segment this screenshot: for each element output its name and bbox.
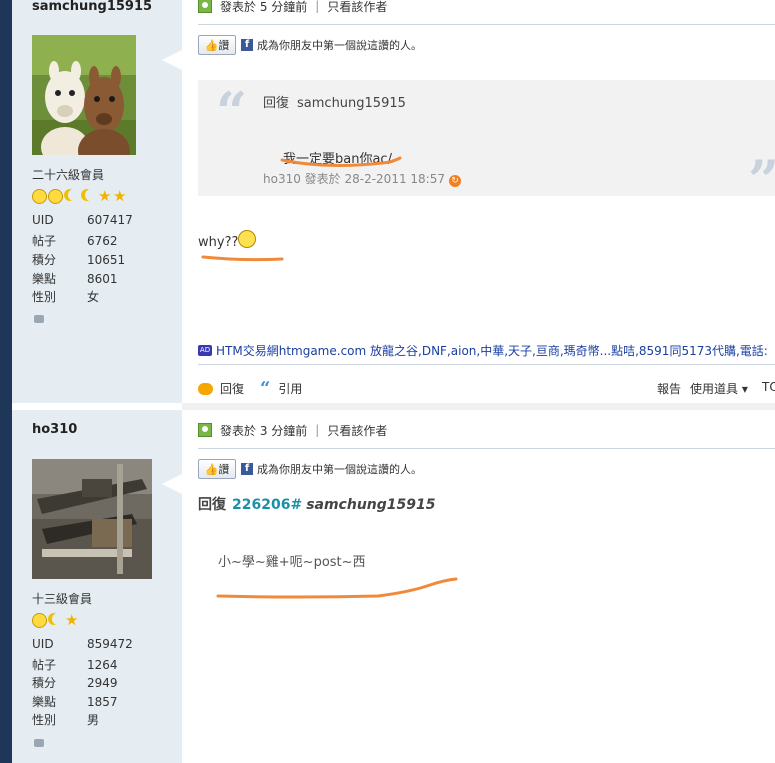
- stat-posts: 帖子 6762: [32, 234, 118, 248]
- moon-icon: [52, 613, 64, 625]
- avatar[interactable]: [32, 459, 152, 579]
- stat-gender: 性別女: [32, 290, 100, 304]
- avatar[interactable]: [32, 35, 136, 155]
- post-body: why??: [198, 230, 257, 250]
- user-icon: [198, 423, 212, 437]
- sun-icon: [48, 189, 63, 204]
- star-icon: ★: [65, 611, 79, 629]
- author-name[interactable]: samchung15915: [32, 0, 152, 14]
- post-meta: 發表於 3 分鐘前 | 只看該作者: [198, 422, 387, 438]
- tools-dropdown[interactable]: 使用道具 ▾: [690, 380, 748, 397]
- meta-divider: [198, 448, 775, 449]
- message-icon[interactable]: [34, 739, 44, 747]
- actions-divider: [198, 364, 775, 365]
- like-button[interactable]: 👍 讚: [198, 459, 236, 479]
- rank-badges: ★: [32, 613, 79, 629]
- reply-post-link[interactable]: 226206#: [232, 497, 302, 513]
- post-time: 發表於 3 分鐘前: [220, 423, 308, 438]
- quote-close-icon: ”: [748, 148, 775, 212]
- stat-points: 積分 10651: [32, 253, 126, 267]
- confused-smiley-icon: [238, 230, 257, 248]
- reply-reference: 回復 226206# samchung15915: [198, 494, 435, 514]
- star-icon: ★: [98, 187, 112, 205]
- stat-uid: UID 607417: [32, 213, 133, 227]
- facebook-icon: f: [241, 463, 253, 475]
- facebook-like-bar: 👍 讚 f 成為你朋友中第一個說這讚的人。: [198, 458, 422, 480]
- author-name[interactable]: ho310: [32, 422, 77, 437]
- quote-text: 我一定要ban你ac/: [283, 152, 392, 167]
- star-icon: ★: [113, 187, 127, 205]
- message-icon[interactable]: [34, 315, 44, 323]
- reply-icon: [198, 382, 213, 395]
- sidebar-pointer: [162, 50, 182, 70]
- like-text: 成為你朋友中第一個說這讚的人。: [257, 39, 422, 52]
- post-meta: 發表於 5 分鐘前 | 只看該作者: [198, 0, 387, 14]
- like-text: 成為你朋友中第一個說這讚的人。: [257, 463, 422, 476]
- reply-label: 回復: [198, 497, 226, 513]
- sun-icon: [32, 189, 47, 204]
- separator: |: [315, 423, 320, 437]
- stat-credits: 樂點 1857: [32, 695, 118, 709]
- quote-meta: ho310 發表於 28-2-2011 18:57 ↻: [263, 170, 461, 187]
- left-edge-bar: [0, 0, 12, 763]
- rank-badges: ★ ★: [32, 189, 127, 205]
- author-only-link[interactable]: 只看該作者: [327, 422, 387, 439]
- user-icon: [198, 0, 212, 13]
- like-button[interactable]: 👍 讚: [198, 35, 236, 55]
- stat-gender: 性別男: [32, 713, 100, 727]
- stat-points: 積分 2949: [32, 676, 118, 690]
- quote-icon: “: [260, 377, 271, 399]
- jump-to-post-icon[interactable]: ↻: [448, 175, 461, 187]
- facebook-icon: f: [241, 39, 253, 51]
- sidebar-pointer: [162, 474, 182, 494]
- stat-uid: UID 859472: [32, 637, 133, 651]
- post-time: 發表於 5 分鐘前: [220, 0, 308, 14]
- quote-button[interactable]: “引用: [260, 377, 302, 399]
- member-rank: 十三級會員: [32, 592, 93, 606]
- quote-header: 回復 samchung15915: [263, 96, 406, 111]
- post-divider-right: [182, 403, 775, 410]
- stat-credits: 樂點 8601: [32, 272, 118, 286]
- reply-user[interactable]: samchung15915: [306, 497, 435, 513]
- ad-icon: AD: [198, 345, 212, 356]
- stat-posts: 帖子 1264: [32, 658, 118, 672]
- moon-icon: [68, 189, 80, 201]
- reply-button[interactable]: 回復: [198, 380, 244, 397]
- report-button[interactable]: 報告: [657, 380, 681, 397]
- post-actions: 回復 “引用 報告 使用道具 ▾ TO: [198, 377, 775, 399]
- quote-open-icon: “: [216, 80, 248, 144]
- quote-block: “ 回復 samchung15915 我一定要ban你ac/ ho310 發表於 …: [198, 80, 775, 212]
- separator: |: [315, 0, 320, 13]
- moon-icon: [85, 189, 97, 201]
- top-link[interactable]: TO: [762, 380, 775, 394]
- ad-link[interactable]: AD HTM交易網htmgame.com 放龍之谷,DNF,aion,中華,天子…: [198, 342, 768, 359]
- facebook-like-bar: 👍 讚 f 成為你朋友中第一個說這讚的人。: [198, 34, 422, 56]
- author-only-link[interactable]: 只看該作者: [327, 0, 387, 15]
- member-rank: 二十六級會員: [32, 168, 105, 182]
- sun-icon: [32, 613, 47, 628]
- meta-divider: [198, 24, 775, 25]
- ad-text: HTM交易網htmgame.com 放龍之谷,DNF,aion,中華,天子,亘商…: [216, 344, 768, 358]
- post-body: 小~學~雞+呃~post~西: [218, 555, 366, 570]
